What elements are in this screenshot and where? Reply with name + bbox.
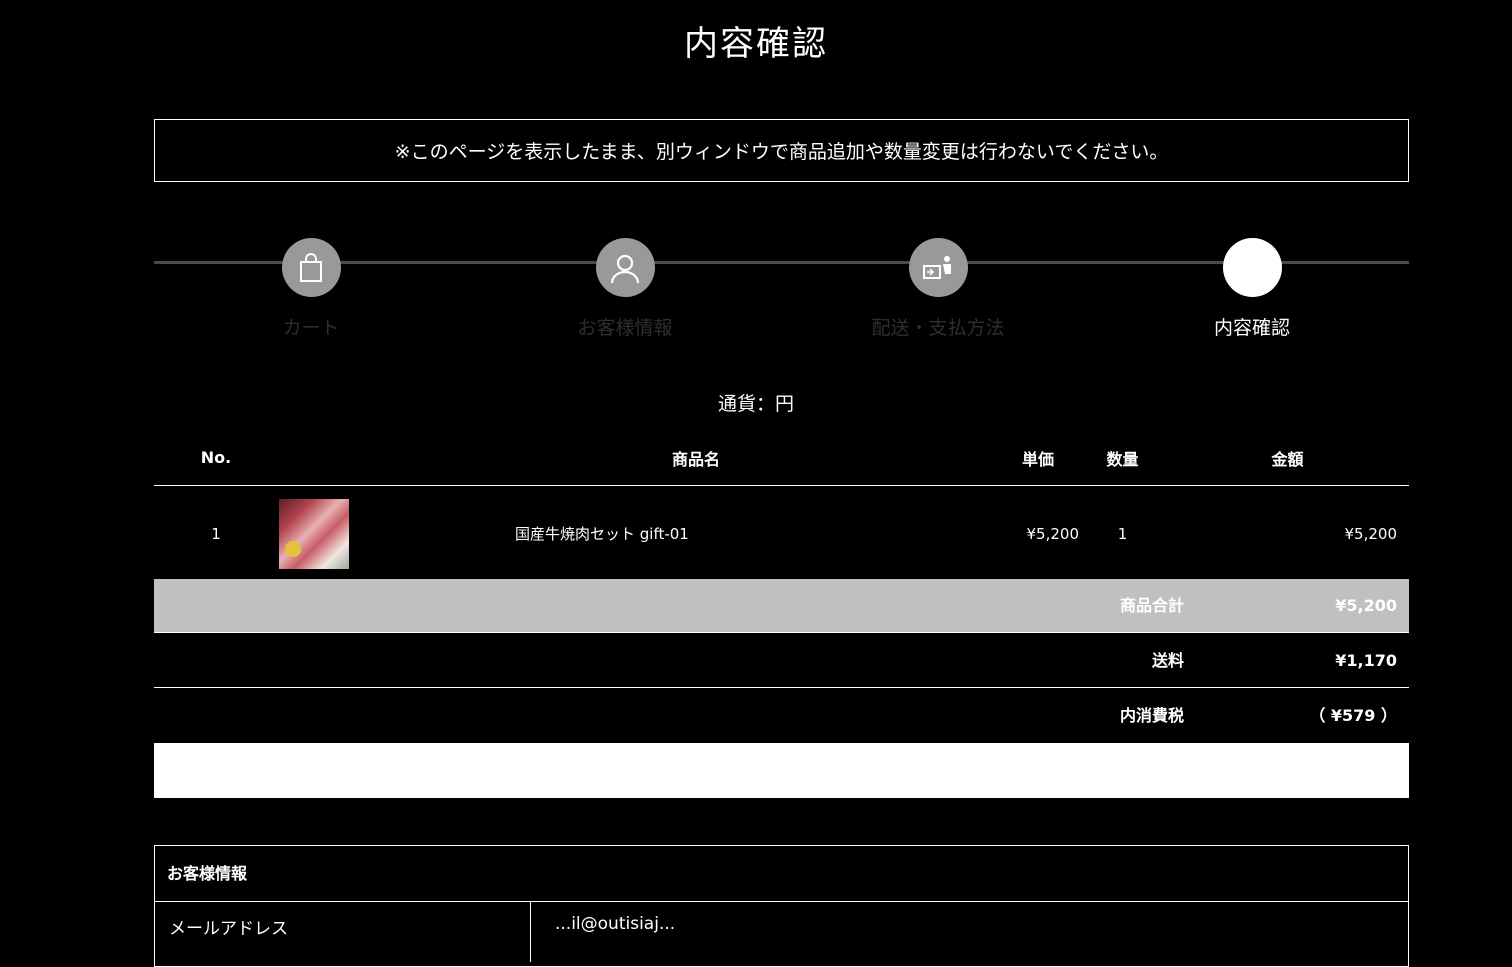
col-image <box>278 430 395 486</box>
subtotal-value: ¥5,200 <box>1335 596 1397 615</box>
column-divider <box>530 902 531 962</box>
row-qty: 1 <box>1079 485 1166 582</box>
row-unit-price: ¥5,200 <box>997 485 1079 582</box>
col-qty: 数量 <box>1079 430 1166 486</box>
order-items-table: No. 商品名 単価 数量 金額 1 国産牛焼肉セット gift-01 ¥5,2… <box>154 430 1409 582</box>
delivery-icon <box>908 238 968 297</box>
customer-info-title: お客様情報 <box>155 846 1408 902</box>
shipping-value: ¥1,170 <box>1335 651 1397 670</box>
step-delivery-payment: 配送・支払方法 <box>838 238 1038 340</box>
customer-info-box: お客様情報 メールアドレス ...il@outisiaj... <box>154 845 1409 967</box>
page-title: 内容確認 <box>684 24 828 64</box>
row-amount: ¥5,200 <box>1166 485 1409 582</box>
col-amount: 金額 <box>1166 430 1409 486</box>
notice-box: ※このページを表示したまま、別ウィンドウで商品追加や数量変更は行わないでください… <box>154 119 1409 182</box>
user-icon <box>595 238 655 297</box>
row-product-name: 国産牛焼肉セット gift-01 <box>395 485 997 582</box>
table-header-row: No. 商品名 単価 数量 金額 <box>154 430 1409 486</box>
tax-value: （ ¥579 ） <box>1309 706 1397 725</box>
shopping-bag-icon <box>281 238 341 297</box>
step-label: 配送・支払方法 <box>871 317 1005 339</box>
customer-email-row: メールアドレス ...il@outisiaj... <box>155 902 1408 962</box>
row-no: 1 <box>154 485 278 582</box>
notice-text: ※このページを表示したまま、別ウィンドウで商品追加や数量変更は行わないでください… <box>394 141 1169 163</box>
step-indicator <box>1222 238 1282 297</box>
step-customer-info: お客様情報 <box>525 238 725 340</box>
tax-row: 内消費税 （ ¥579 ） <box>154 689 1409 743</box>
row-image-cell <box>278 485 395 582</box>
col-unit-price: 単価 <box>997 430 1079 486</box>
product-thumbnail <box>279 498 349 569</box>
step-label: カート <box>282 317 340 339</box>
email-value: ...il@outisiaj... <box>555 914 676 934</box>
shipping-label: 送料 <box>1151 651 1184 670</box>
email-label: メールアドレス <box>169 919 288 939</box>
subtotal-label: 商品合計 <box>1119 596 1184 615</box>
step-label: 内容確認 <box>1213 317 1290 339</box>
currency-label: 通貨：円 <box>717 393 794 415</box>
tax-label: 内消費税 <box>1119 706 1184 725</box>
col-no: No. <box>154 430 278 486</box>
total-bar <box>154 743 1409 798</box>
step-confirm: 内容確認 <box>1152 238 1352 340</box>
step-label: お客様情報 <box>577 317 673 339</box>
col-name: 商品名 <box>395 430 997 486</box>
subtotal-row: 商品合計 ¥5,200 <box>154 579 1409 633</box>
table-row: 1 国産牛焼肉セット gift-01 ¥5,200 1 ¥5,200 <box>154 485 1409 582</box>
step-cart: カート <box>211 238 411 340</box>
shipping-row: 送料 ¥1,170 <box>154 634 1409 688</box>
checkout-steps: カート お客様情報 配送・支払方法 内容確認 <box>154 238 1409 348</box>
